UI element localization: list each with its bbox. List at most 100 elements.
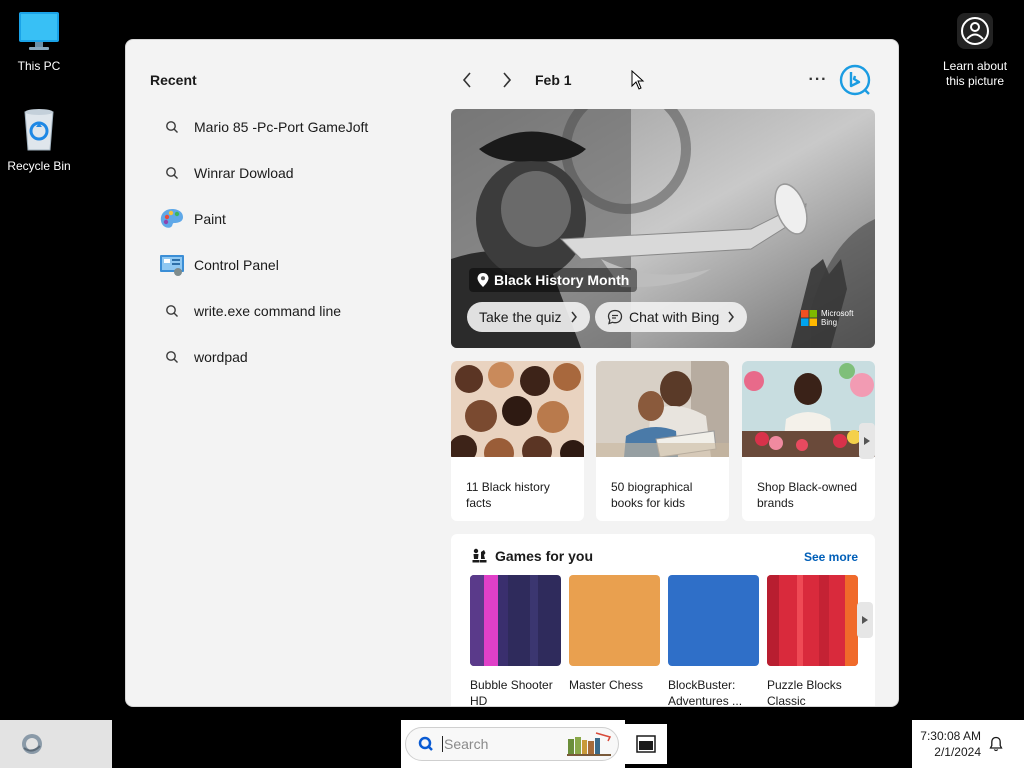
recycle-bin-shortcut[interactable]: Recycle Bin (0, 106, 78, 174)
this-pc-label: This PC (17, 59, 61, 73)
recent-item-label: Control Panel (194, 257, 279, 273)
see-more-link[interactable]: See more (804, 550, 858, 564)
game-bubble-shooter[interactable]: Bubble Shooter HD (470, 575, 561, 707)
card-title-line-2: brands (757, 496, 794, 510)
card-black-owned-brands[interactable]: Shop Black-owned brands (742, 361, 875, 521)
highlight-cards: 11 Black history facts 50 biographical b… (451, 361, 875, 521)
card-biographical-books[interactable]: 50 biographical books for kids (596, 361, 729, 521)
brand-line-2: Bing (821, 318, 838, 327)
highlights-topbar: Feb 1 ··· (451, 64, 871, 96)
recent-item[interactable]: Winrar Dowload (158, 150, 428, 196)
search-box[interactable]: Search (405, 727, 619, 761)
search-icon (158, 161, 186, 185)
game-title-line-1: BlockBuster: (668, 678, 736, 692)
game-title-line-1: Master Chess (569, 678, 644, 692)
game-title-line-2: Classic (767, 694, 806, 707)
taskbar-task-view-button[interactable] (625, 724, 667, 764)
triangle-right-icon (864, 437, 870, 445)
clock-time: 7:30:08 AM (920, 729, 981, 743)
game-title-line-2: Adventures ... (668, 694, 743, 707)
hero-banner[interactable]: Black History Month Take the quiz Chat w… (451, 109, 875, 348)
search-icon (158, 115, 186, 139)
card-title-line-1: 11 Black history (466, 480, 550, 494)
hero-title[interactable]: Black History Month (469, 268, 638, 292)
blockbuster-thumbnail (668, 575, 759, 666)
recent-item[interactable]: Control Panel (158, 242, 428, 288)
learn-about-picture[interactable]: Learn about this picture (936, 12, 1014, 89)
game-master-chess[interactable]: Master Chess (569, 575, 660, 693)
portraits-illustration (451, 361, 584, 468)
triangle-right-icon (862, 616, 868, 624)
card-title-line-2: facts (466, 496, 492, 510)
games-heading: Games for you (471, 548, 593, 564)
recent-list: Mario 85 -Pc-Port GameJoft Winrar Dowloa… (158, 104, 428, 380)
camera-lens-icon (957, 13, 993, 49)
reading-photo (596, 361, 729, 458)
chevron-right-icon (728, 311, 735, 323)
recent-item-label: wordpad (194, 349, 248, 365)
monitor-icon (19, 12, 59, 50)
card-title-line-1: Shop Black-owned (757, 480, 858, 494)
cards-scroll-right-button[interactable] (859, 423, 875, 459)
card-title-line-1: 50 biographical (611, 480, 693, 494)
taskbar: Search 7:30:08 AM 2/1/2024 (0, 720, 1024, 768)
notification-bell-icon[interactable] (988, 736, 1004, 752)
take-quiz-button[interactable]: Take the quiz (467, 302, 590, 332)
game-title-line-1: Puzzle Blocks (767, 678, 842, 692)
game-puzzle-blocks-classic[interactable]: Puzzle Blocks Classic (767, 575, 858, 707)
hero-title-text: Black History Month (494, 272, 630, 288)
taskbar-widgets-area[interactable] (0, 720, 112, 768)
recent-item[interactable]: wordpad (158, 334, 428, 380)
recycle-bin-icon (24, 109, 54, 151)
game-title-line-1: Bubble Shooter (470, 678, 553, 692)
location-pin-icon (477, 273, 489, 287)
edge-browser-icon (22, 734, 42, 754)
bing-chat-button[interactable] (839, 64, 871, 96)
microsoft-logo-icon (801, 310, 817, 326)
brand-line-1: Microsoft (821, 309, 854, 318)
search-icon (418, 736, 433, 751)
chat-with-bing-label: Chat with Bing (629, 309, 720, 325)
taskbar-search[interactable]: Search (401, 720, 625, 768)
game-blockbuster-adventures[interactable]: BlockBuster: Adventures ... (668, 575, 759, 707)
recent-item-label: Mario 85 -Pc-Port GameJoft (194, 119, 369, 135)
previous-day-button[interactable] (453, 66, 481, 94)
chat-bubble-icon (607, 309, 623, 325)
recycle-bin-label: Recycle Bin (7, 159, 71, 173)
chevron-left-icon (462, 72, 471, 88)
task-view-icon (636, 735, 656, 753)
search-icon (158, 345, 186, 369)
clock-date: 2/1/2024 (934, 745, 981, 759)
master-chess-thumbnail (569, 575, 660, 666)
card-title-line-2: books for kids (611, 496, 686, 510)
game-title-line-2: HD (470, 694, 488, 707)
games-for-you-section: Games for you See more Bubble Shooter HD… (451, 534, 875, 707)
mouse-pointer-icon (631, 70, 645, 90)
card-black-history-facts[interactable]: 11 Black history facts (451, 361, 584, 521)
more-options-button[interactable]: ··· (804, 66, 832, 94)
take-quiz-label: Take the quiz (479, 309, 562, 325)
this-pc-shortcut[interactable]: This PC (0, 10, 78, 74)
next-day-button[interactable] (493, 66, 521, 94)
recent-item-label: Paint (194, 211, 226, 227)
chevron-right-icon (570, 311, 577, 323)
chevron-right-icon (503, 72, 512, 88)
chat-with-bing-button[interactable]: Chat with Bing (595, 302, 748, 332)
paint-icon (158, 207, 186, 231)
highlight-date: Feb 1 (535, 72, 572, 88)
search-icon (158, 299, 186, 323)
recent-heading: Recent (150, 72, 197, 88)
recent-item[interactable]: Paint (158, 196, 428, 242)
games-scroll-right-button[interactable] (857, 602, 873, 638)
games-heading-text: Games for you (495, 548, 594, 564)
recent-item[interactable]: write.exe command line (158, 288, 428, 334)
bubble-shooter-thumbnail (470, 575, 561, 666)
florist-photo (742, 361, 875, 457)
puzzle-blocks-thumbnail (767, 575, 858, 666)
recent-item-label: Winrar Dowload (194, 165, 294, 181)
search-input[interactable]: Search (442, 736, 488, 752)
control-panel-icon (158, 253, 186, 277)
bing-logo-icon (839, 64, 871, 96)
recent-item[interactable]: Mario 85 -Pc-Port GameJoft (158, 104, 428, 150)
system-tray-clock[interactable]: 7:30:08 AM 2/1/2024 (912, 720, 1024, 768)
